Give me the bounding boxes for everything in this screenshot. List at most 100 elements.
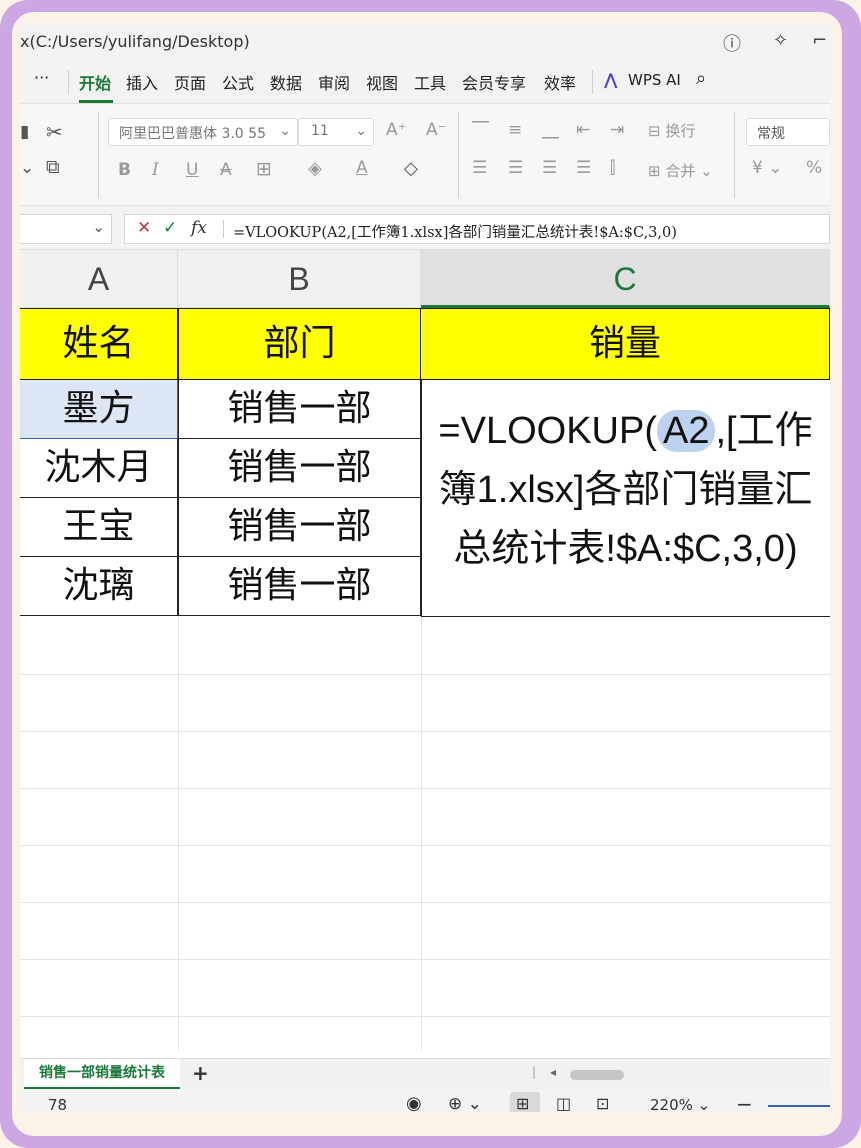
wrap-text-button[interactable]: ⊟ 换行 xyxy=(648,120,695,141)
name-box[interactable]: ⌄ xyxy=(20,214,112,244)
divider xyxy=(458,112,459,198)
cell-a4[interactable]: 王宝 xyxy=(20,498,178,557)
formula-line-3: 总统计表!$A:$C,3,0) xyxy=(453,528,798,570)
underline-button[interactable]: U xyxy=(186,160,198,180)
formula-input-field[interactable]: ✕ ✓ fx =VLOOKUP(A2,[工作簿1.xlsx]各部门销量汇总统计表… xyxy=(124,214,830,244)
divider xyxy=(68,70,69,94)
column-header-b[interactable]: B xyxy=(178,250,421,308)
tab-view[interactable]: 视图 xyxy=(366,70,398,94)
scroll-left-icon[interactable]: ◂ xyxy=(550,1065,556,1079)
cut-icon[interactable]: ✂ xyxy=(46,120,63,144)
pin-icon[interactable]: ✧ xyxy=(773,30,788,51)
normal-view-icon: ⊞ xyxy=(516,1094,530,1112)
tab-home[interactable]: 开始 xyxy=(79,70,111,94)
column-header-c[interactable]: C xyxy=(421,250,830,308)
active-tab-indicator xyxy=(79,100,113,103)
column-header-a[interactable]: A xyxy=(20,250,178,308)
zoom-value: 220% xyxy=(650,1096,693,1112)
justify-icon[interactable]: ☰ xyxy=(576,158,591,178)
formula-prefix: =VLOOKUP( xyxy=(438,410,657,452)
font-size-select[interactable]: 11 ⌄ xyxy=(298,118,374,146)
number-format-value: 常规 xyxy=(757,126,785,142)
distribute-icon[interactable]: ⫿ xyxy=(610,158,615,178)
cell-b4[interactable]: 销售一部 xyxy=(178,498,421,557)
gridline xyxy=(20,731,830,732)
align-top-icon[interactable]: ⎺ xyxy=(472,120,489,140)
divider: | xyxy=(532,1065,537,1079)
wps-ai-button[interactable]: WPS AI xyxy=(628,71,681,89)
more-menu-button[interactable]: ··· xyxy=(34,68,49,87)
header-cell-name[interactable]: 姓名 xyxy=(20,308,178,380)
align-bottom-icon[interactable]: ⎽ xyxy=(542,120,559,140)
font-color-icon[interactable]: A xyxy=(356,158,368,178)
cell-b2[interactable]: 销售一部 xyxy=(178,380,421,439)
tab-tools[interactable]: 工具 xyxy=(414,70,446,94)
search-icon[interactable]: ⌕ xyxy=(696,68,706,89)
align-right-icon[interactable]: ☰ xyxy=(542,158,557,178)
align-left-icon[interactable]: ☰ xyxy=(472,158,487,178)
bold-button[interactable]: B xyxy=(118,160,131,180)
divider xyxy=(734,112,735,198)
add-sheet-button[interactable]: + xyxy=(192,1061,209,1085)
formula-bar: ⌄ ✕ ✓ fx =VLOOKUP(A2,[工作簿1.xlsx]各部门销量汇总统… xyxy=(20,206,830,250)
currency-button[interactable]: ¥ ⌄ xyxy=(752,158,782,178)
tab-efficiency[interactable]: 效率 xyxy=(544,70,576,94)
insert-function-button[interactable]: fx xyxy=(191,218,207,238)
paste-icon[interactable]: ▮ xyxy=(20,122,29,142)
tab-formula[interactable]: 公式 xyxy=(222,70,254,94)
indent-decrease-icon[interactable]: ⇤ xyxy=(576,120,590,140)
italic-button[interactable]: I xyxy=(152,160,159,180)
window-control-icon[interactable]: ⌐ xyxy=(812,30,827,51)
gridline xyxy=(20,674,830,675)
header-cell-sales[interactable]: 销量 xyxy=(421,308,830,380)
cell-a5[interactable]: 沈璃 xyxy=(20,557,178,616)
sheet-tab-active[interactable]: 销售一部销量统计表 xyxy=(24,1059,180,1089)
tab-member[interactable]: 会员专享 xyxy=(462,70,526,94)
align-middle-icon[interactable]: ≡ xyxy=(508,120,522,140)
confirm-button[interactable]: ✓ xyxy=(163,218,177,238)
layout-mode-icon[interactable]: ⊕ ⌄ xyxy=(448,1094,482,1112)
eye-protection-icon[interactable]: ◉ xyxy=(406,1093,422,1112)
cancel-button[interactable]: ✕ xyxy=(137,218,151,238)
header-cell-dept[interactable]: 部门 xyxy=(178,308,421,380)
percent-button[interactable]: % xyxy=(806,158,822,178)
zoom-out-button[interactable]: − xyxy=(736,1092,753,1112)
tab-insert[interactable]: 插入 xyxy=(126,70,158,94)
page-break-icon[interactable]: ⊡ xyxy=(596,1094,609,1112)
ribbon-toolbar: ▮ ✂ ⌄ ⧉ 阿里巴巴普惠体 3.0 55 ⌄ 11 ⌄ A⁺ A⁻ B I U … xyxy=(20,104,830,206)
tab-page[interactable]: 页面 xyxy=(174,70,206,94)
number-format-select[interactable]: 常规 xyxy=(746,118,830,146)
align-center-icon[interactable]: ☰ xyxy=(508,158,523,178)
spreadsheet-window: x(C:/Users/yulifang/Desktop) ⓘ ✧ ⌐ ··· 开… xyxy=(20,24,830,1112)
copy-icon[interactable]: ⧉ xyxy=(46,156,60,178)
font-name-select[interactable]: 阿里巴巴普惠体 3.0 55 ⌄ xyxy=(108,118,298,146)
zoom-level[interactable]: 220% ⌄ xyxy=(650,1096,710,1112)
eraser-icon[interactable]: ◇ xyxy=(404,158,418,179)
wps-ai-logo-icon: ⋀ xyxy=(604,70,618,89)
border-icon[interactable]: ⊞ xyxy=(256,158,272,180)
sheet-tab-bar: 销售一部销量统计表 + | ◂ xyxy=(20,1058,830,1090)
strikethrough-button[interactable]: A xyxy=(220,160,232,180)
cell-a2-selected[interactable]: 墨方 xyxy=(20,380,178,439)
window-title: x(C:/Users/yulifang/Desktop) xyxy=(20,32,250,51)
fill-color-icon[interactable]: ◈ xyxy=(308,158,322,179)
indent-increase-icon[interactable]: ⇥ xyxy=(610,120,624,140)
info-icon[interactable]: ⓘ xyxy=(723,30,741,56)
page-view-icon[interactable]: ◫ xyxy=(556,1094,571,1112)
tab-review[interactable]: 审阅 xyxy=(318,70,350,94)
zoom-slider[interactable] xyxy=(768,1105,830,1107)
title-bar: x(C:/Users/yulifang/Desktop) ⓘ ✧ ⌐ xyxy=(20,24,830,60)
tab-data[interactable]: 数据 xyxy=(270,70,302,94)
divider xyxy=(223,220,224,238)
cell-c2-formula: =VLOOKUP(A2 ,[工作 簿1.xlsx]各部门销量汇 总统计表!$A:$… xyxy=(421,380,830,616)
merge-button[interactable]: ⊞ 合并 ⌄ xyxy=(648,160,713,181)
cell-a3[interactable]: 沈木月 xyxy=(20,439,178,498)
increase-font-icon[interactable]: A⁺ xyxy=(386,120,407,140)
paste-options-icon[interactable]: ⌄ xyxy=(20,158,34,178)
chevron-down-icon: ⌄ xyxy=(279,123,291,139)
cell-b5[interactable]: 销售一部 xyxy=(178,557,421,616)
cell-b3[interactable]: 销售一部 xyxy=(178,439,421,498)
horizontal-scrollbar[interactable] xyxy=(570,1070,624,1080)
gridline xyxy=(20,788,830,789)
decrease-font-icon[interactable]: A⁻ xyxy=(426,120,447,140)
